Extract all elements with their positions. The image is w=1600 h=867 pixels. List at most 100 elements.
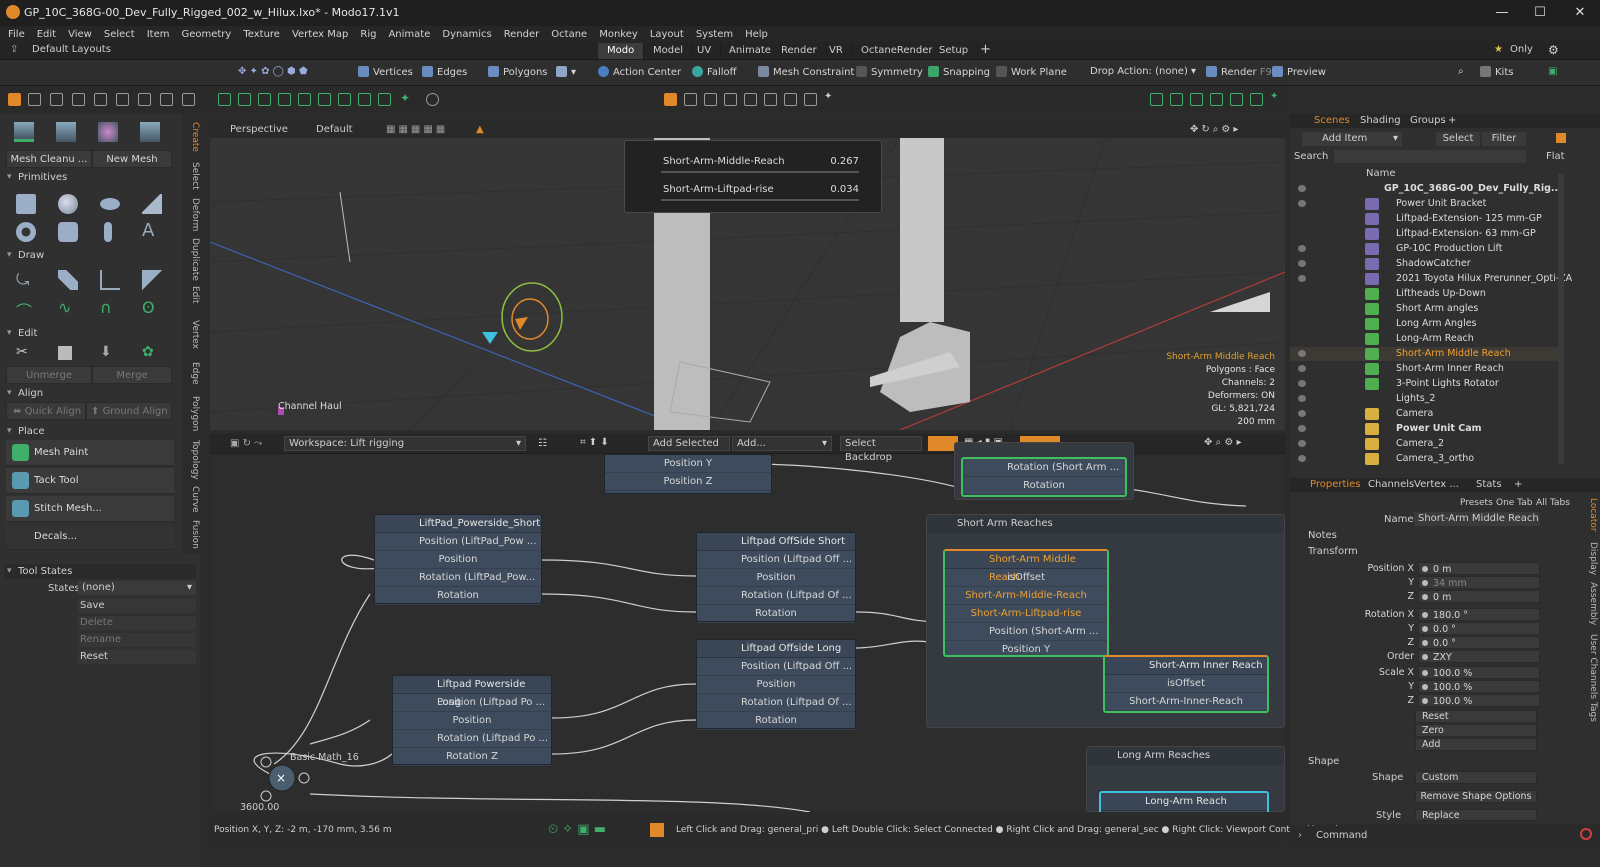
- pivot-icon[interactable]: [358, 93, 371, 106]
- symmetry-button[interactable]: Symmetry: [856, 66, 923, 78]
- visibility-eye-icon[interactable]: [1298, 200, 1306, 207]
- name-column-header[interactable]: Name: [1366, 168, 1396, 179]
- node-row[interactable]: Short-Arm-Liftpad-rise: [945, 605, 1107, 623]
- node-row[interactable]: Short-Arm-Inner-Reach: [1105, 693, 1267, 711]
- cone-icon[interactable]: [142, 194, 162, 214]
- prop-value[interactable]: 0.0 °: [1418, 636, 1540, 649]
- tool-states-section[interactable]: Tool States: [4, 564, 196, 579]
- 3d-viewport[interactable]: Perspective Default ▦▦▦▦▦ ▲ ✥↻⌕⚙▸ Short-…: [210, 122, 1285, 430]
- prop-value[interactable]: 34 mm: [1418, 576, 1540, 589]
- node-row[interactable]: Position (LiftPad_Pow ...: [375, 533, 541, 551]
- select-backdrop-button[interactable]: Select Backdrop: [840, 436, 922, 463]
- visibility-eye-icon[interactable]: [1298, 185, 1306, 192]
- scene-item[interactable]: Power Unit Bracket: [1290, 197, 1558, 211]
- layout-pin-icon[interactable]: ⇪: [10, 44, 18, 55]
- save-state-button[interactable]: Save: [78, 599, 196, 613]
- command-input[interactable]: Command: [1316, 830, 1367, 841]
- arc-icon[interactable]: ∩: [100, 298, 120, 318]
- menu-help[interactable]: Help: [745, 29, 768, 40]
- vtab-vertex[interactable]: Vertex: [182, 320, 200, 349]
- scissors-icon[interactable]: ✂: [16, 344, 36, 364]
- scene-item[interactable]: Power Unit Cam: [1290, 422, 1558, 436]
- side-tab-display[interactable]: Display: [1580, 542, 1598, 575]
- mesh-cleanup-icon[interactable]: [14, 122, 34, 142]
- visibility-eye-icon[interactable]: [1298, 380, 1306, 387]
- side-tab-assembly[interactable]: Assembly: [1580, 582, 1598, 625]
- curve-icon[interactable]: ⌒: [16, 298, 36, 321]
- tab-octanerender[interactable]: OctaneRender: [852, 43, 943, 59]
- scene-item[interactable]: Long-Arm Reach: [1290, 332, 1558, 346]
- layers-icon[interactable]: [1170, 93, 1183, 106]
- add-tab-button[interactable]: +: [980, 42, 991, 57]
- menu-render[interactable]: Render: [504, 29, 540, 40]
- vtab-fusion[interactable]: Fusion: [182, 520, 200, 549]
- node-row[interactable]: Position (Liftpad Po ...: [393, 694, 551, 712]
- node-row[interactable]: Rotation: [697, 605, 855, 623]
- prop-value[interactable]: 0.0 °: [1418, 622, 1540, 635]
- mesh-paint-icon[interactable]: [98, 122, 118, 142]
- schematic-view[interactable]: × ▣ ↻ ⤳ Workspace: Lift rigging ▾ ☷ ⌗ ⬆ ⬇…: [210, 434, 1285, 812]
- add-node-dropdown[interactable]: Add... ▾: [732, 436, 832, 451]
- record-icon[interactable]: [1580, 828, 1592, 840]
- side-tab-user-channels[interactable]: User Channels: [1580, 634, 1598, 699]
- polygons-mode-button[interactable]: Polygons: [488, 66, 548, 78]
- tack-tool-button[interactable]: Tack Tool: [6, 468, 174, 494]
- select-button[interactable]: Select: [1436, 132, 1480, 146]
- view-mode-dropdown[interactable]: Perspective: [230, 124, 288, 135]
- group-long-arm-reaches[interactable]: Long Arm Reaches Long-Arm Reach: [1086, 746, 1285, 812]
- remove-shape-options-button[interactable]: Remove Shape Options: [1415, 790, 1537, 803]
- menu-geometry[interactable]: Geometry: [181, 29, 231, 40]
- vtab-deform[interactable]: Deform: [182, 198, 200, 231]
- shape-section[interactable]: Shape: [1308, 756, 1339, 767]
- states-dropdown[interactable]: (none) ▾: [78, 581, 196, 595]
- text-icon[interactable]: A: [142, 220, 162, 241]
- list-icon[interactable]: [1150, 93, 1163, 106]
- menu-file[interactable]: File: [8, 29, 25, 40]
- tab-groups[interactable]: Groups: [1410, 115, 1446, 126]
- order-dropdown[interactable]: ZXY: [1418, 650, 1540, 663]
- vertices-mode-button[interactable]: Vertices: [358, 66, 413, 78]
- schematic-nav-icons-right[interactable]: ✥ ⌕ ⚙ ▸: [1204, 437, 1242, 448]
- tab-scenes[interactable]: Scenes: [1314, 115, 1350, 126]
- node-row[interactable]: Position (Short-Arm ...: [945, 623, 1107, 641]
- vtab-edit[interactable]: Edit: [182, 286, 200, 303]
- select-tool-icon[interactable]: ✥ ✦ ✿ ◯ ⬢ ⬟: [238, 66, 308, 77]
- menu-monkey[interactable]: Monkey: [599, 29, 638, 40]
- node-liftpad-offside-short[interactable]: Liftpad OffSide Short Position (Liftpad …: [696, 532, 856, 623]
- node-row[interactable]: Position (Liftpad Off ...: [697, 551, 855, 569]
- node-short-arm-middle-reach[interactable]: Short-Arm Middle Reach isOffset Short-Ar…: [943, 549, 1109, 659]
- node-row[interactable]: Position: [393, 712, 551, 730]
- edit-section[interactable]: Edit: [4, 326, 196, 341]
- merge-button[interactable]: Merge: [92, 366, 172, 384]
- status-icons[interactable]: ⏲ ✧ ▣ ▬: [548, 822, 606, 837]
- center-icon[interactable]: [338, 93, 351, 106]
- transform-icon[interactable]: [238, 93, 251, 106]
- gear-icon[interactable]: ⚙: [1548, 43, 1559, 57]
- visibility-eye-icon[interactable]: [1298, 245, 1306, 252]
- add-transform-button[interactable]: Add: [1415, 738, 1537, 751]
- node-short-arm-angle[interactable]: Rotation (Short Arm ... Rotation: [961, 457, 1127, 497]
- close-button[interactable]: ✕: [1562, 3, 1598, 23]
- scene-search-input[interactable]: [1334, 150, 1526, 163]
- place-section[interactable]: Place: [4, 424, 196, 439]
- polygon-draw-icon[interactable]: [142, 270, 162, 290]
- search-icon[interactable]: ⌕: [1458, 66, 1464, 77]
- visibility-eye-icon[interactable]: [1298, 350, 1306, 357]
- filter-toggle-icon[interactable]: [1556, 133, 1566, 143]
- edges-mode-button[interactable]: Edges: [422, 66, 467, 78]
- visibility-eye-icon[interactable]: [1298, 395, 1306, 402]
- capture-icon[interactable]: [1250, 93, 1263, 106]
- ground-align-button[interactable]: ⬆ Ground Align: [86, 402, 172, 420]
- vtab-topology[interactable]: Topology: [182, 440, 200, 480]
- frame-icon[interactable]: [784, 93, 797, 106]
- add-selected-button[interactable]: Add Selected: [648, 436, 730, 451]
- visibility-eye-icon[interactable]: [1298, 365, 1306, 372]
- image-icon[interactable]: [1210, 93, 1223, 106]
- side-tab-tags[interactable]: Tags: [1580, 702, 1598, 722]
- decals-button[interactable]: Decals...: [6, 524, 174, 550]
- node-row[interactable]: Rotation (LiftPad_Pow...: [375, 569, 541, 587]
- mesh-paint-button[interactable]: Mesh Paint: [6, 440, 174, 466]
- maximize-button[interactable]: ☐: [1522, 3, 1558, 23]
- align-section[interactable]: Align: [4, 386, 196, 401]
- torus-icon[interactable]: [16, 222, 36, 242]
